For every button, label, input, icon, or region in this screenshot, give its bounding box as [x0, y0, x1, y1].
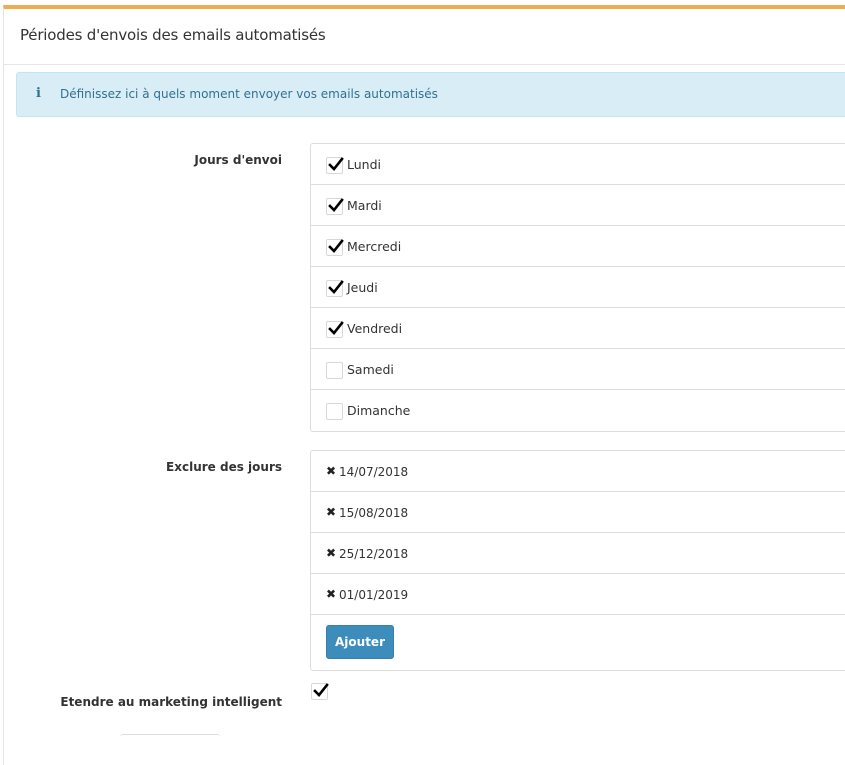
- check-icon: [313, 683, 329, 697]
- smart-marketing-label: Etendre au marketing intelligent: [60, 695, 282, 709]
- excluded-date: 15/08/2018: [339, 506, 409, 520]
- day-checkbox[interactable]: [326, 198, 344, 215]
- day-item-dimanche: Dimanche: [311, 390, 845, 431]
- info-alert-text: Définissez ici à quels moment envoyer vo…: [60, 87, 438, 101]
- excluded-date: 14/07/2018: [339, 465, 409, 479]
- day-label: Vendredi: [347, 321, 403, 336]
- day-label: Mardi: [347, 198, 382, 213]
- close-icon[interactable]: ✖: [326, 546, 336, 560]
- day-label: Dimanche: [347, 403, 411, 418]
- info-icon: i: [36, 86, 41, 101]
- excluded-date: 01/01/2019: [339, 588, 409, 602]
- day-label: Samedi: [347, 362, 394, 377]
- excluded-date-item: ✖ 25/12/2018: [311, 533, 845, 574]
- day-item-vendredi: Vendredi: [311, 308, 845, 349]
- day-checkbox[interactable]: [326, 321, 344, 338]
- day-checkbox[interactable]: [326, 239, 344, 256]
- add-date-row: Ajouter: [311, 615, 845, 670]
- excluded-date-item: ✖ 01/01/2019: [311, 574, 845, 615]
- excluded-date-item: ✖ 14/07/2018: [311, 451, 845, 492]
- day-checkbox[interactable]: [326, 280, 344, 297]
- check-icon: [328, 198, 344, 212]
- excluded-date: 25/12/2018: [339, 547, 409, 561]
- panel-heading: Périodes d'envois des emails automatisés: [4, 9, 845, 65]
- add-date-button[interactable]: Ajouter: [326, 625, 394, 659]
- check-icon: [328, 239, 344, 253]
- check-icon: [328, 321, 344, 335]
- excluded-date-item: ✖ 15/08/2018: [311, 492, 845, 533]
- day-item-mercredi: Mercredi: [311, 226, 845, 267]
- close-icon[interactable]: ✖: [326, 587, 336, 601]
- exclude-days-list: ✖ 14/07/2018 ✖ 15/08/2018 ✖ 25/12/2018 ✖ 01/01/…: [310, 450, 845, 671]
- day-label: Lundi: [347, 157, 381, 172]
- close-icon[interactable]: ✖: [326, 464, 336, 478]
- day-item-lundi: Lundi: [311, 144, 845, 185]
- check-icon: [328, 280, 344, 294]
- close-icon[interactable]: ✖: [326, 505, 336, 519]
- day-label: Jeudi: [347, 280, 378, 295]
- save-button-partial[interactable]: [120, 734, 220, 745]
- check-icon: [328, 157, 344, 171]
- panel-title: Périodes d'envois des emails automatisés: [20, 26, 326, 44]
- day-item-samedi: Samedi: [311, 349, 845, 390]
- exclude-days-label: Exclure des jours: [166, 460, 282, 474]
- send-days-list: Lundi Mardi Mercredi Jeudi Vendredi Samedi Dim…: [310, 143, 845, 432]
- send-days-label: Jours d'envoi: [194, 153, 282, 167]
- info-alert: i Définissez ici à quels moment envoyer …: [16, 72, 845, 117]
- day-item-jeudi: Jeudi: [311, 267, 845, 308]
- smart-marketing-checkbox[interactable]: [311, 683, 329, 700]
- day-checkbox[interactable]: [326, 157, 344, 174]
- day-item-mardi: Mardi: [311, 185, 845, 226]
- day-label: Mercredi: [347, 239, 402, 254]
- day-checkbox[interactable]: [326, 362, 343, 379]
- day-checkbox[interactable]: [326, 403, 343, 420]
